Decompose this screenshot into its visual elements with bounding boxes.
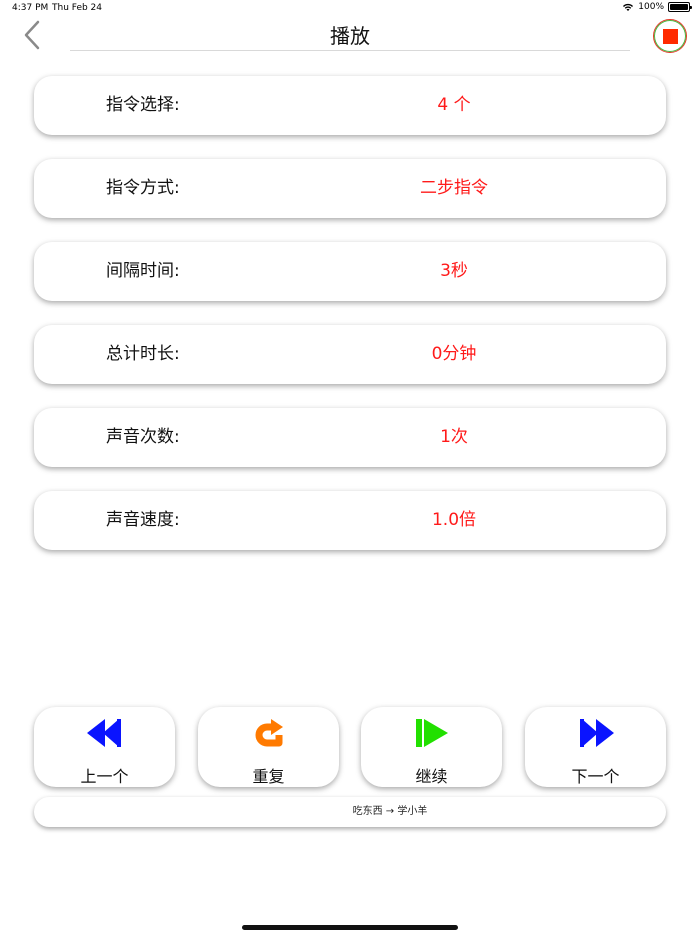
setting-value: 1次 bbox=[440, 427, 468, 447]
setting-value: 0分钟 bbox=[431, 344, 477, 364]
battery-icon bbox=[668, 2, 692, 12]
fast-forward-icon bbox=[576, 717, 616, 749]
nav-divider bbox=[70, 50, 630, 51]
setting-label: 声音次数: bbox=[106, 427, 180, 447]
current-command-text: 吃东西 → 学小羊 bbox=[352, 806, 428, 817]
home-indicator[interactable] bbox=[242, 925, 458, 930]
setting-label: 指令选择: bbox=[106, 95, 180, 115]
setting-label: 总计时长: bbox=[106, 344, 180, 364]
setting-value: 4 个 bbox=[437, 95, 471, 115]
previous-label: 上一个 bbox=[80, 767, 129, 786]
continue-label: 继续 bbox=[415, 767, 448, 786]
play-icon bbox=[412, 717, 452, 749]
setting-label: 间隔时间: bbox=[106, 261, 180, 281]
rewind-icon bbox=[85, 717, 125, 749]
status-indicators: 100% bbox=[622, 2, 692, 12]
setting-row-command-mode[interactable]: 指令方式: 二步指令 bbox=[34, 159, 666, 218]
setting-label: 指令方式: bbox=[106, 178, 180, 198]
repeat-button[interactable]: 重复 bbox=[198, 707, 339, 787]
setting-row-total-duration[interactable]: 总计时长: 0分钟 bbox=[34, 325, 666, 384]
previous-button[interactable]: 上一个 bbox=[34, 707, 175, 787]
setting-row-command-selection[interactable]: 指令选择: 4 个 bbox=[34, 76, 666, 135]
setting-row-sound-speed[interactable]: 声音速度: 1.0倍 bbox=[34, 491, 666, 550]
next-label: 下一个 bbox=[571, 767, 620, 786]
setting-row-sound-count[interactable]: 声音次数: 1次 bbox=[34, 408, 666, 467]
setting-label: 声音速度: bbox=[106, 510, 180, 530]
status-date: Thu Feb 24 bbox=[52, 3, 103, 13]
page-title: 播放 bbox=[330, 24, 370, 48]
progress-info-bar: 吃东西 → 学小羊 bbox=[34, 797, 666, 827]
wifi-icon bbox=[623, 3, 634, 11]
nav-bar: 播放 bbox=[0, 16, 700, 53]
setting-value: 3秒 bbox=[440, 261, 468, 281]
stop-icon bbox=[662, 28, 678, 44]
status-time: 4:37 PM bbox=[12, 3, 49, 13]
status-bar: 4:37 PM Thu Feb 24 100% bbox=[0, 0, 700, 16]
playback-screen: 4:37 PM Thu Feb 24 100% 播放 指令选择: 4 个 指令方… bbox=[0, 0, 700, 934]
next-button[interactable]: 下一个 bbox=[525, 707, 666, 787]
continue-button[interactable]: 继续 bbox=[361, 707, 502, 787]
battery-percent: 100% bbox=[638, 2, 664, 12]
stop-button[interactable] bbox=[653, 19, 687, 53]
setting-value: 二步指令 bbox=[420, 178, 488, 198]
repeat-label: 重复 bbox=[252, 767, 285, 786]
repeat-arrow-icon bbox=[249, 717, 289, 749]
setting-row-interval[interactable]: 间隔时间: 3秒 bbox=[34, 242, 666, 301]
setting-value: 1.0倍 bbox=[431, 510, 477, 530]
